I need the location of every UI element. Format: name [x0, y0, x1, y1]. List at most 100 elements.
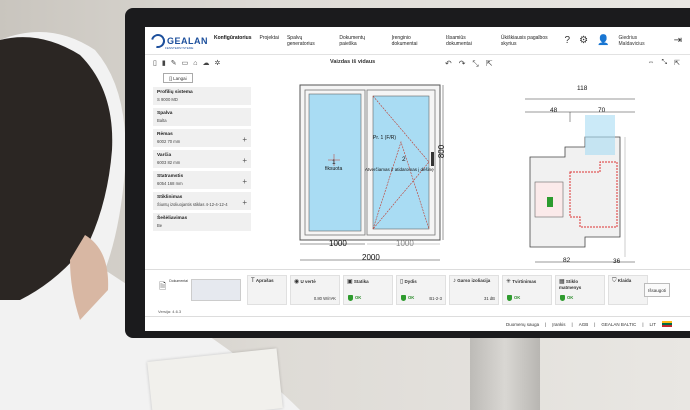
status-ok: OK: [400, 294, 414, 301]
nav-item-device-documents[interactable]: Įrenginio dokumentai: [392, 35, 438, 47]
property-card[interactable]: ▦ Stiklo matmenys OK: [554, 274, 605, 305]
save-button[interactable]: Išsaugoti: [644, 283, 670, 297]
panel-value: 6054 168 mm: [157, 181, 183, 186]
windows-view-button[interactable]: [] Langai: [163, 73, 193, 83]
property-card[interactable]: ◉ U vertė 0.80 W/m²K: [289, 274, 340, 305]
ok-shield-icon: [506, 294, 512, 301]
sidebar-panel[interactable]: Rėmas 6002 70 mm +: [153, 129, 251, 147]
sidebar-panel[interactable]: Statramstis 6054 168 mm +: [153, 171, 251, 189]
app-screen: GEALAN FENSTERSYSTEME Konfigūratorius Pr…: [145, 27, 690, 331]
canvas-title: Vaizdas iš vidaus: [330, 59, 376, 65]
footer-agb-link[interactable]: AGB: [579, 322, 589, 327]
section-dim-bottom: 82: [563, 257, 571, 264]
nav-item-help[interactable]: Ūkiškiausis pagalbos skyrius: [501, 35, 565, 47]
footer-privacy-link[interactable]: Duomenų sauga: [506, 322, 539, 327]
thermometer-icon: ◉: [293, 278, 300, 285]
property-card[interactable]: ▣ Statika OK: [342, 274, 393, 305]
image-icon: ▣: [346, 278, 353, 285]
property-value: B1-2-3: [429, 295, 442, 301]
property-label: Tvirtinimas: [512, 278, 537, 284]
dim-height: 800: [437, 144, 447, 159]
panel-title: Šešėliavimas: [157, 216, 188, 221]
panel-title: Rėmas: [157, 132, 173, 137]
topbar-actions: ? ⚙ 👤 Giedrius Maldavicius ⇥: [565, 35, 690, 47]
properties-bar: 🗎 Dokumentai T Aprašas ◉ U vertė 0.80 W/…: [145, 269, 690, 309]
zoom-ratio-icon[interactable]: ⇔: [648, 59, 655, 67]
sidebar-panel[interactable]: Profilių sistema S 9000 MD: [153, 87, 251, 105]
panel-title: Stiklinimas: [157, 195, 183, 200]
sidebar-toolbar: ▯ ▮ ✎ ▭ ⌂ ☁ ✲: [153, 57, 251, 69]
documents-dropzone[interactable]: [190, 278, 241, 301]
add-icon[interactable]: +: [242, 156, 247, 165]
gear-icon[interactable]: ⚙: [579, 35, 588, 46]
profile-section-drawing[interactable]: [525, 87, 645, 272]
status-ok: OK: [347, 294, 361, 301]
nav-item-color-generator[interactable]: Spalvų generatorius: [287, 35, 331, 47]
footer-tool-link[interactable]: Įrankis: [552, 322, 565, 327]
window-drawing[interactable]: [295, 82, 450, 267]
undo-icon[interactable]: ↶: [445, 59, 452, 69]
add-icon[interactable]: +: [242, 198, 247, 207]
document-icon[interactable]: 🗎: [159, 279, 166, 295]
export-section-icon[interactable]: ⇱: [674, 59, 680, 67]
redo-icon[interactable]: ↷: [459, 59, 466, 69]
sidebar-panel[interactable]: Stiklinimas Šiuntų izoliuojantis stiklas…: [153, 192, 251, 210]
ok-shield-icon: [347, 294, 353, 301]
pane-number-right: 2: [402, 156, 406, 163]
status-ok: OK: [506, 294, 520, 301]
property-list: T Aprašas ◉ U vertė 0.80 W/m²K ▣ Statika …: [246, 274, 648, 305]
nav-item-configurator[interactable]: Konfigūratorius: [214, 35, 252, 47]
property-card[interactable]: ♪ Garso izoliacija 31 dB: [448, 274, 499, 305]
nav-item-detailed-documents[interactable]: Išsamiūs dokumentai: [446, 35, 493, 47]
top-navigation-bar: GEALAN FENSTERSYSTEME Konfigūratorius Pr…: [145, 27, 690, 55]
sidebar-panel[interactable]: Varčia 6003 82 mm +: [153, 150, 251, 168]
property-value: 0.80 W/m²K: [313, 295, 336, 301]
panel-value: Balta: [157, 118, 167, 123]
lithuania-flag-icon: [662, 321, 672, 327]
settings-icon[interactable]: ✲: [214, 59, 220, 67]
sidebar-panel[interactable]: Spalva Balta: [153, 108, 251, 126]
document-icon[interactable]: ▯: [153, 59, 157, 67]
canvas-toolbar: ↶ ↷ ⤡ ⇱: [445, 59, 493, 69]
dim-right-width: 1000: [396, 239, 414, 248]
version-label: Versija: 4.6.3: [158, 309, 182, 314]
panel-title: Varčia: [157, 153, 172, 158]
footer-company-link[interactable]: GEALAN BALTIC: [601, 322, 636, 327]
user-name[interactable]: Giedrius Maldavicius: [619, 35, 665, 47]
gealan-logo[interactable]: GEALAN FENSTERSYSTEME: [148, 30, 208, 51]
sidebar-panel[interactable]: Šešėliavimas Be: [153, 213, 251, 231]
ok-shield-icon: [559, 294, 565, 301]
add-icon[interactable]: +: [242, 177, 247, 186]
pane-profile-right: Pr. 1 (F/R): [373, 135, 397, 141]
nav-item-projects[interactable]: Projektai: [260, 35, 279, 47]
collapse-section-icon[interactable]: ⤡: [662, 59, 668, 67]
cloud-icon[interactable]: ☁: [202, 59, 209, 67]
property-card[interactable]: ⛉ Klaida: [607, 274, 648, 305]
logout-icon[interactable]: ⇥: [674, 35, 682, 46]
footer: Duomenų sauga | Įrankis | AGB | GEALAN BALT…: [145, 316, 690, 331]
help-icon[interactable]: ?: [565, 35, 571, 46]
pane-number-left: 1: [332, 159, 336, 166]
logo-subtext: FENSTERSYSTEME: [165, 46, 194, 50]
home-icon[interactable]: ⌂: [193, 60, 197, 67]
property-value: 31 dB: [483, 295, 495, 301]
property-card[interactable]: ✳ Tvirtinimas OK: [501, 274, 552, 305]
export-icon[interactable]: ⇱: [486, 59, 493, 69]
section-dim-a: 48: [550, 107, 558, 114]
dim-left-width: 1000: [329, 239, 347, 248]
documents-section: 🗎 Dokumentai: [159, 278, 241, 301]
window-icon[interactable]: ▭: [182, 59, 189, 67]
logo-text: GEALAN: [167, 35, 208, 46]
nav-item-document-search[interactable]: Dokumentų paieška: [339, 35, 383, 47]
door-icon[interactable]: ▮: [162, 59, 166, 67]
panel-title: Profilių sistema: [157, 90, 193, 95]
footer-language[interactable]: LIT: [649, 322, 656, 327]
collapse-icon[interactable]: ⤡: [472, 59, 478, 69]
property-card[interactable]: T Aprašas: [246, 274, 287, 305]
documents-label: Dokumentai: [169, 278, 188, 283]
panel-title: Spalva: [157, 111, 173, 116]
add-icon[interactable]: +: [242, 135, 247, 144]
property-card[interactable]: ▯ Dydis B1-2-3 OK: [395, 274, 446, 305]
edit-icon[interactable]: ✎: [171, 59, 177, 67]
pane-label-left: fiksuota: [325, 166, 343, 172]
